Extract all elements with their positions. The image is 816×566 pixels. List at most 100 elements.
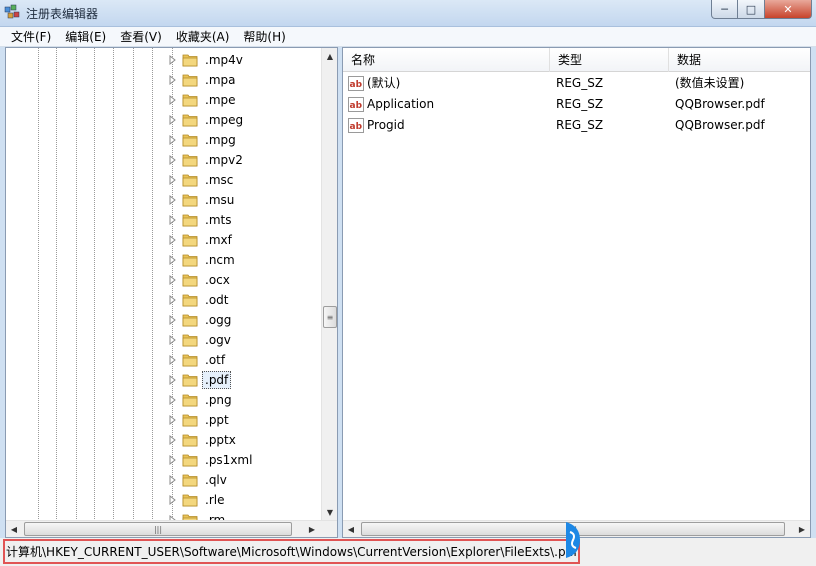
scroll-right-icon[interactable]: ▶: [304, 521, 320, 537]
tree-node-label: .pdf: [202, 371, 232, 389]
expand-arrow-icon[interactable]: [168, 194, 177, 206]
column-header-name[interactable]: 名称: [343, 48, 550, 72]
current-key-path: 计算机\HKEY_CURRENT_USER\Software\Microsoft…: [6, 545, 578, 559]
tree-node[interactable]: .ncm: [6, 250, 324, 270]
tree-node[interactable]: .ogv: [6, 330, 324, 350]
menu-view[interactable]: 查看(V): [113, 27, 169, 47]
value-type: REG_SZ: [556, 76, 604, 90]
expand-arrow-icon[interactable]: [168, 274, 177, 286]
tree-node[interactable]: .ppt: [6, 410, 324, 430]
tree-node[interactable]: .mpg: [6, 130, 324, 150]
expand-arrow-icon[interactable]: [168, 154, 177, 166]
scroll-down-icon[interactable]: ▼: [322, 504, 337, 520]
tree-node-label: .otf: [205, 353, 226, 367]
folder-icon: [182, 294, 198, 307]
tree-node-label: .mts: [205, 213, 232, 227]
value-row[interactable]: ab (默认) REG_SZ (数值未设置): [343, 73, 810, 94]
tree-node-label: .qlv: [205, 473, 227, 487]
expand-arrow-icon[interactable]: [168, 94, 177, 106]
expand-arrow-icon[interactable]: [168, 414, 177, 426]
scroll-up-icon[interactable]: ▲: [322, 48, 337, 64]
folder-icon: [182, 374, 198, 387]
scroll-right-icon[interactable]: ▶: [794, 521, 810, 537]
tree-node[interactable]: .pptx: [6, 430, 324, 450]
expand-arrow-icon[interactable]: [168, 354, 177, 366]
tree-node[interactable]: .qlv: [6, 470, 324, 490]
expand-arrow-icon[interactable]: [168, 474, 177, 486]
tree-node[interactable]: .rle: [6, 490, 324, 510]
folder-icon: [182, 394, 198, 407]
expand-arrow-icon[interactable]: [168, 214, 177, 226]
folder-icon: [182, 414, 198, 427]
close-button[interactable]: ✕: [765, 0, 812, 19]
folder-icon: [182, 114, 198, 127]
regedit-icon: [4, 4, 20, 19]
expand-arrow-icon[interactable]: [168, 54, 177, 66]
tree-vertical-scrollbar[interactable]: ▲ ≡ ▼: [321, 48, 337, 520]
value-list-pane[interactable]: 名称 类型 数据 ab (默认) REG_SZ (数值未设置) ab Applicatio…: [342, 47, 811, 538]
expand-arrow-icon[interactable]: [168, 174, 177, 186]
column-header-data[interactable]: 数据: [669, 48, 810, 72]
expand-arrow-icon[interactable]: [168, 234, 177, 246]
tree-node[interactable]: .pdf: [6, 370, 324, 390]
value-row[interactable]: ab Application REG_SZ QQBrowser.pdf: [343, 94, 810, 115]
tree-node-label: .mpg: [205, 133, 236, 147]
tree-node[interactable]: .mp4v: [6, 50, 324, 70]
tree-node-label: .ps1xml: [205, 453, 253, 467]
expand-arrow-icon[interactable]: [168, 334, 177, 346]
tree-horizontal-scrollbar[interactable]: ◀ ||| ▶: [6, 520, 337, 537]
expand-arrow-icon[interactable]: [168, 374, 177, 386]
tree-node[interactable]: .ogg: [6, 310, 324, 330]
tree-node-label: .ocx: [205, 273, 230, 287]
tree-node[interactable]: .png: [6, 390, 324, 410]
maximize-button[interactable]: □: [738, 0, 765, 19]
tree-node[interactable]: .mpa: [6, 70, 324, 90]
value-row[interactable]: ab Progid REG_SZ QQBrowser.pdf: [343, 115, 810, 136]
tree-node[interactable]: .msc: [6, 170, 324, 190]
expand-arrow-icon[interactable]: [168, 394, 177, 406]
value-data: (数值未设置): [675, 76, 745, 90]
menu-file[interactable]: 文件(F): [4, 27, 58, 47]
expand-arrow-icon[interactable]: [168, 294, 177, 306]
tree-node-label: .pptx: [205, 433, 236, 447]
expand-arrow-icon[interactable]: [168, 254, 177, 266]
menu-edit[interactable]: 编辑(E): [58, 27, 113, 47]
expand-arrow-icon[interactable]: [168, 134, 177, 146]
expand-arrow-icon[interactable]: [168, 494, 177, 506]
tree-node[interactable]: .mpe: [6, 90, 324, 110]
expand-arrow-icon[interactable]: [168, 114, 177, 126]
expand-arrow-icon[interactable]: [168, 454, 177, 466]
key-tree-pane[interactable]: .mp4v .mpa .mpe .mpeg .mpg .mpv2 .msc .msu .mts.…: [5, 47, 338, 538]
tree-node[interactable]: .odt: [6, 290, 324, 310]
scroll-left-icon[interactable]: ◀: [6, 521, 22, 537]
menu-help[interactable]: 帮助(H): [236, 27, 292, 47]
tree-node[interactable]: .msu: [6, 190, 324, 210]
scroll-thumb[interactable]: |||: [24, 522, 292, 536]
tree-node[interactable]: .mts: [6, 210, 324, 230]
expand-arrow-icon[interactable]: [168, 74, 177, 86]
tree-node[interactable]: .mpv2: [6, 150, 324, 170]
tree-node[interactable]: .mpeg: [6, 110, 324, 130]
folder-icon: [182, 354, 198, 367]
minimize-button[interactable]: ─: [711, 0, 738, 19]
tree-node[interactable]: .ocx: [6, 270, 324, 290]
tree-node[interactable]: .mxf: [6, 230, 324, 250]
menu-favorites[interactable]: 收藏夹(A): [169, 27, 237, 47]
value-name-cell: ab (默认): [343, 73, 550, 94]
column-header-type[interactable]: 类型: [550, 48, 669, 72]
tree-node[interactable]: .ps1xml: [6, 450, 324, 470]
value-name: Application: [367, 97, 435, 111]
tree-node-label: .msu: [205, 193, 235, 207]
expand-arrow-icon[interactable]: [168, 314, 177, 326]
tree-node-label: .mp4v: [205, 53, 243, 67]
expand-arrow-icon[interactable]: [168, 434, 177, 446]
tree-node-label: .ppt: [205, 413, 229, 427]
scroll-left-icon[interactable]: ◀: [343, 521, 359, 537]
folder-icon: [182, 134, 198, 147]
scroll-thumb[interactable]: ≡: [323, 306, 337, 328]
tree-node-label: .mpa: [205, 73, 236, 87]
tree-node[interactable]: .otf: [6, 350, 324, 370]
tree-node-label: .mpv2: [205, 153, 243, 167]
tree-node-label: .msc: [205, 173, 234, 187]
folder-icon: [182, 474, 198, 487]
